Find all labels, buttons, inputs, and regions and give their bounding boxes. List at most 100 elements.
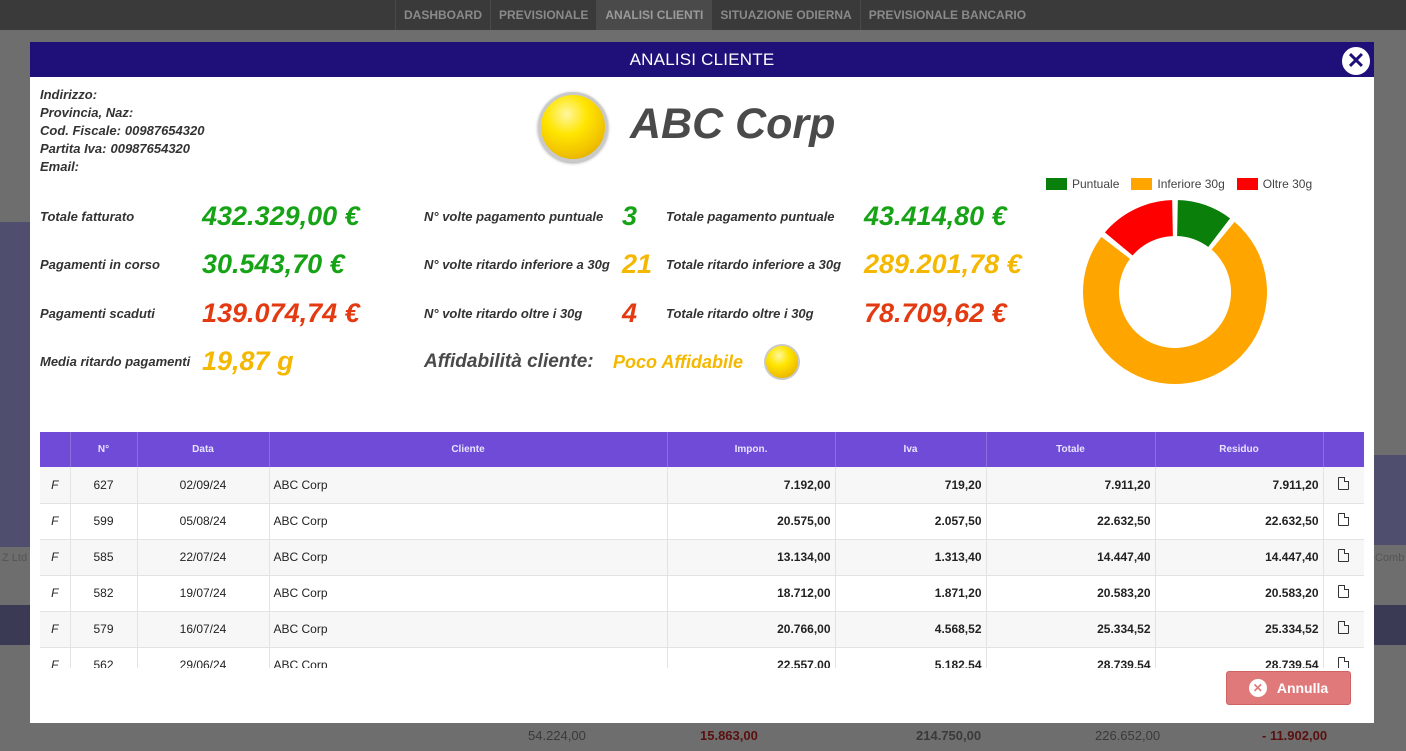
row-data: 02/09/24 bbox=[137, 467, 270, 504]
row-cliente: ABC Corp bbox=[269, 539, 668, 576]
document-icon[interactable] bbox=[1338, 476, 1349, 490]
tot-oltre30-label: Totale ritardo oltre i 30g bbox=[666, 306, 814, 321]
row-cliente: ABC Corp bbox=[269, 647, 668, 668]
col-header-totale[interactable]: Totale bbox=[986, 432, 1156, 467]
legend-item-puntuale[interactable]: Puntuale bbox=[1046, 177, 1119, 191]
pagamenti-corso-label: Pagamenti in corso bbox=[40, 257, 160, 272]
row-data: 29/06/24 bbox=[137, 647, 270, 668]
col-header-cliente[interactable]: Cliente bbox=[269, 432, 668, 467]
row-totale: 14.447,40 bbox=[986, 539, 1156, 576]
tab-previsionale-bancario[interactable]: PREVISIONALE BANCARIO bbox=[859, 0, 1034, 30]
col-header-iva[interactable]: Iva bbox=[835, 432, 987, 467]
row-residuo: 28.739,54 bbox=[1155, 647, 1324, 668]
affidabilita-value: Poco Affidabile bbox=[613, 352, 744, 372]
col-header-impon[interactable]: Impon. bbox=[667, 432, 836, 467]
row-type: F bbox=[40, 575, 71, 612]
legend-item-inferiore-30g[interactable]: Inferiore 30g bbox=[1131, 177, 1225, 191]
table-row[interactable]: F 627 02/09/24 ABC Corp 7.192,00 719,20 7.911,… bbox=[40, 467, 1364, 504]
close-button[interactable]: ✕ bbox=[1340, 45, 1372, 77]
table-row[interactable]: F 579 16/07/24 ABC Corp 20.766,00 4.568,52 25.… bbox=[40, 611, 1364, 648]
close-icon: ✕ bbox=[1346, 48, 1366, 73]
row-data: 19/07/24 bbox=[137, 575, 270, 612]
row-iva: 719,20 bbox=[835, 467, 987, 504]
document-icon[interactable] bbox=[1338, 513, 1349, 526]
document-icon[interactable] bbox=[1338, 585, 1349, 598]
codice-fiscale-label: Cod. Fiscale: bbox=[40, 123, 121, 138]
bg-total-totale: 214.750,00 bbox=[916, 728, 982, 743]
row-residuo: 14.447,40 bbox=[1155, 539, 1324, 576]
legend-label-puntuale: Puntuale bbox=[1072, 177, 1120, 191]
document-icon[interactable] bbox=[1338, 657, 1349, 668]
tab-previsionale[interactable]: PREVISIONALE bbox=[490, 0, 596, 30]
row-actions bbox=[1323, 611, 1364, 648]
bg-total-impon: 54.224,00 bbox=[528, 728, 586, 743]
row-totale: 25.334,52 bbox=[986, 611, 1156, 648]
row-actions bbox=[1323, 575, 1364, 612]
legend-item-oltre-30g[interactable]: Oltre 30g bbox=[1236, 177, 1312, 191]
row-impon: 18.712,00 bbox=[667, 575, 836, 612]
row-actions bbox=[1323, 467, 1364, 504]
payment-donut-chart bbox=[1081, 198, 1269, 386]
document-icon[interactable] bbox=[1338, 621, 1349, 634]
analisi-cliente-modal: ANALISI CLIENTE ✕ Indirizzo: Provincia, … bbox=[30, 42, 1374, 723]
indirizzo-label: Indirizzo: bbox=[40, 87, 98, 102]
donut-slice-inferiore-30g[interactable] bbox=[1081, 219, 1269, 386]
tot-puntuale-label: Totale pagamento puntuale bbox=[666, 209, 835, 224]
email-label: Email: bbox=[40, 159, 80, 174]
row-residuo: 7.911,20 bbox=[1155, 467, 1324, 504]
row-type: F bbox=[40, 647, 71, 668]
row-impon: 7.192,00 bbox=[667, 467, 836, 504]
indirizzo-row: Indirizzo: bbox=[40, 86, 204, 104]
media-ritardo-value: 19,87 g bbox=[202, 346, 294, 376]
partita-iva-label: Partita Iva: bbox=[40, 141, 107, 156]
table-row[interactable]: F 599 05/08/24 ABC Corp 20.575,00 2.057,50 22.… bbox=[40, 503, 1364, 540]
invoices-table: N° Data Cliente Impon. Iva Totale Residu… bbox=[40, 432, 1364, 668]
col-header-numero[interactable]: N° bbox=[70, 432, 138, 467]
col-header-residuo[interactable]: Residuo bbox=[1155, 432, 1324, 467]
annulla-button[interactable]: ✕ Annulla bbox=[1226, 671, 1351, 705]
tot-inf30-label: Totale ritardo inferiore a 30g bbox=[666, 257, 842, 272]
client-name: ABC Corp bbox=[630, 100, 836, 148]
table-header-row: N° Data Cliente Impon. Iva Totale Residu… bbox=[40, 432, 1364, 467]
nav-tabs: DASHBOARD PREVISIONALE ANALISI CLIENTI S… bbox=[395, 0, 1034, 30]
document-icon[interactable] bbox=[1338, 549, 1349, 562]
background-side-text-right: Comb bbox=[1375, 552, 1405, 564]
row-numero: 579 bbox=[70, 611, 138, 648]
annulla-label: Annulla bbox=[1276, 680, 1329, 696]
totale-fatturato-value: 432.329,00 € bbox=[202, 201, 360, 231]
table-row[interactable]: F 585 22/07/24 ABC Corp 13.134,00 1.313,40 14.… bbox=[40, 539, 1364, 576]
legend-swatch-oltre-30g bbox=[1236, 178, 1258, 190]
row-numero: 585 bbox=[70, 539, 138, 576]
row-numero: 582 bbox=[70, 575, 138, 612]
background-panel-left bbox=[0, 222, 30, 547]
row-iva: 5.182,54 bbox=[835, 647, 987, 668]
codice-fiscale-value: 00987654320 bbox=[124, 123, 205, 138]
volte-inf30-label: N° volte ritardo inferiore a 30g bbox=[424, 257, 610, 272]
table-row[interactable]: F 562 29/06/24 ABC Corp 22.557,00 5.182,54 28.… bbox=[40, 647, 1364, 668]
col-header-type[interactable] bbox=[40, 432, 71, 467]
tot-inf30-value: 289.201,78 € bbox=[864, 249, 1022, 279]
volte-inf30-value: 21 bbox=[622, 249, 653, 279]
tot-oltre30-value: 78.709,62 € bbox=[864, 298, 1007, 328]
tab-analisi-clienti[interactable]: ANALISI CLIENTI bbox=[596, 0, 712, 30]
col-header-data[interactable]: Data bbox=[137, 432, 270, 467]
row-data: 22/07/24 bbox=[137, 539, 270, 576]
row-type: F bbox=[40, 539, 71, 576]
tab-dashboard[interactable]: DASHBOARD bbox=[395, 0, 490, 30]
tab-situazione-odierna[interactable]: SITUAZIONE ODIERNA bbox=[711, 0, 859, 30]
partita-iva-row: Partita Iva: 00987654320 bbox=[40, 140, 204, 158]
chart-legend: Puntuale Inferiore 30g Oltre 30g bbox=[1046, 177, 1324, 191]
table-row[interactable]: F 582 19/07/24 ABC Corp 18.712,00 1.871,20 20.… bbox=[40, 575, 1364, 612]
background-totals: 54.224,00 15.863,00 214.750,00 226.652,0… bbox=[0, 728, 1406, 748]
email-row: Email: bbox=[40, 158, 204, 176]
volte-oltre30-value: 4 bbox=[622, 298, 638, 328]
media-ritardo-label: Media ritardo pagamenti bbox=[40, 354, 191, 369]
row-cliente: ABC Corp bbox=[269, 611, 668, 648]
provincia-label: Provincia, Naz: bbox=[40, 105, 134, 120]
row-iva: 1.313,40 bbox=[835, 539, 987, 576]
col-header-actions bbox=[1323, 432, 1364, 467]
client-info: Indirizzo: Provincia, Naz: Cod. Fiscale:… bbox=[40, 86, 204, 176]
row-cliente: ABC Corp bbox=[269, 467, 668, 504]
row-actions bbox=[1323, 647, 1364, 668]
background-panel-right bbox=[1374, 455, 1406, 545]
